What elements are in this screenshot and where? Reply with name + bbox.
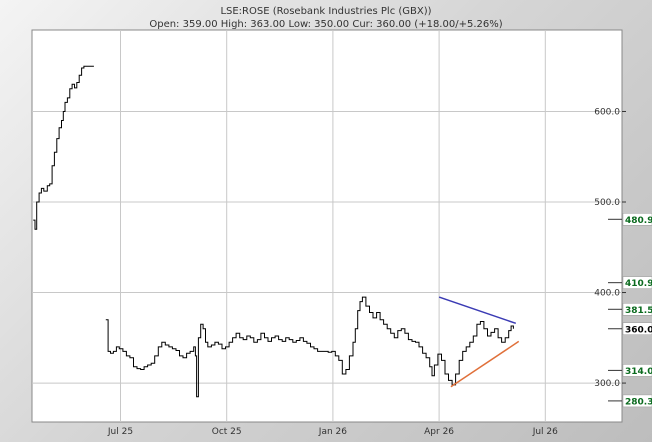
x-axis-ticks: Jul 25 Oct 25 Jan 26 Apr 26 Jul 26 — [107, 427, 558, 437]
x-tick-label: Oct 25 — [212, 427, 242, 437]
level-badge-label: 381.5 — [625, 306, 652, 316]
y-tick-label: 400.0 — [594, 289, 620, 299]
level-badge-label: 480.9 — [625, 216, 652, 226]
x-tick-label: Jul 25 — [107, 427, 133, 437]
y-tick-label: 600.0 — [594, 107, 620, 117]
y-tick-label: 300.0 — [594, 379, 620, 389]
level-badge-label: 314.0 — [625, 367, 652, 377]
x-tick-label: Apr 26 — [424, 427, 454, 437]
y-tick-label: 500.0 — [594, 198, 620, 208]
level-badge-label: 410.9 — [625, 279, 652, 289]
level-badge-label: 360.0 — [625, 325, 652, 335]
price-chart: Jul 25 Oct 25 Jan 26 Apr 26 Jul 26 300.0 400.… — [31, 29, 652, 437]
x-tick-label: Jul 26 — [532, 427, 558, 437]
level-badge-label: 280.3 — [625, 397, 652, 407]
x-tick-label: Jan 26 — [318, 427, 347, 437]
